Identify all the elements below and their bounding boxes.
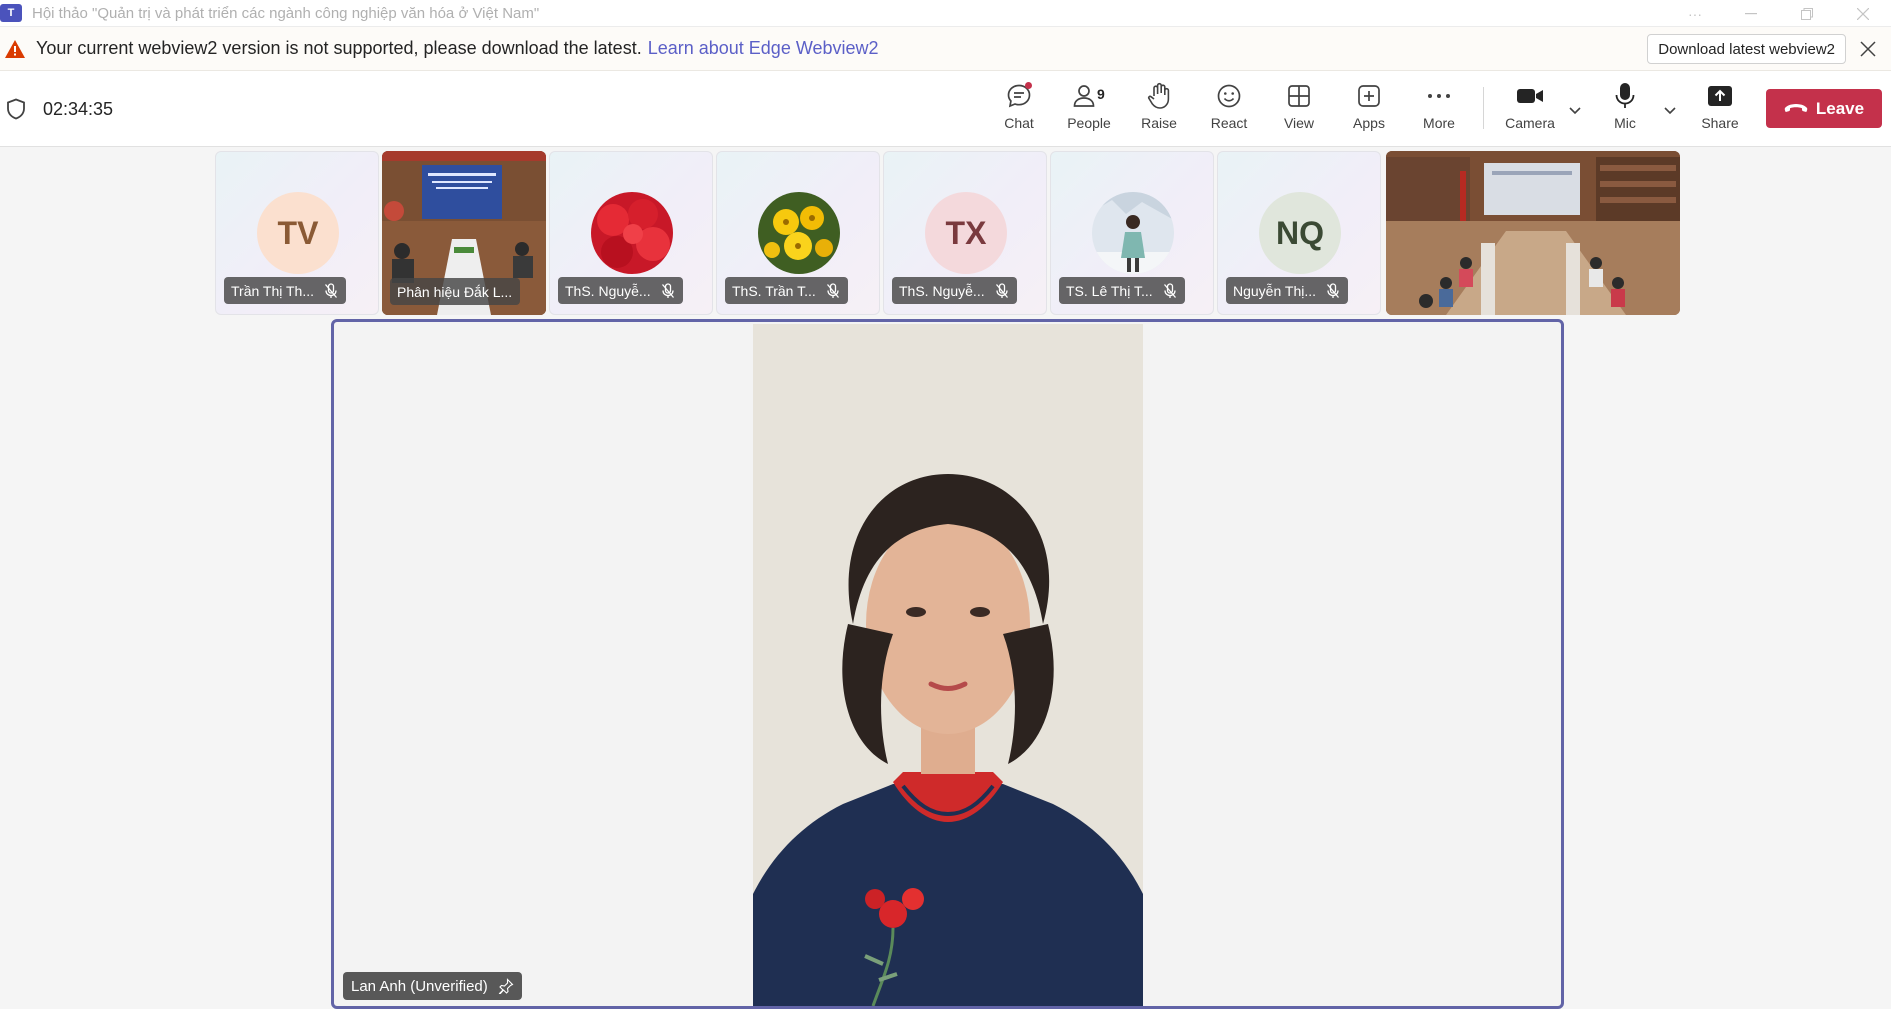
participant-name: Phân hiệu Đắk L... — [397, 283, 513, 300]
apps-button[interactable]: Apps — [1338, 81, 1400, 137]
raise-hand-button[interactable]: Raise — [1128, 81, 1190, 137]
participant-name-tag: ThS. Nguyễ... — [892, 277, 1017, 304]
camera-label: Camera — [1505, 115, 1555, 131]
restore-icon[interactable] — [1779, 0, 1835, 27]
people-button[interactable]: 9 People — [1058, 81, 1120, 137]
mic-off-icon — [1327, 282, 1340, 298]
more-icon[interactable]: ··· — [1667, 0, 1723, 27]
leave-button[interactable]: Leave — [1766, 89, 1882, 128]
participant-name-tag: ThS. Trần T... — [725, 277, 848, 304]
grid-view-icon — [1284, 81, 1314, 111]
warning-banner: Your current webview2 version is not sup… — [0, 27, 1891, 71]
unread-dot — [1025, 82, 1032, 89]
participant-name-tag: Phân hiệu Đắk L... — [390, 278, 521, 305]
participant-tile[interactable] — [1386, 151, 1680, 315]
main-speaker-name: Lan Anh (Unverified) — [351, 977, 488, 995]
react-button[interactable]: React — [1198, 81, 1260, 137]
avatar: TV — [257, 192, 339, 274]
mic-off-icon — [826, 282, 839, 298]
window-controls: ··· — [1667, 0, 1891, 27]
mic-off-icon — [995, 282, 1008, 298]
share-button[interactable]: Share — [1689, 81, 1751, 137]
microphone-icon — [1610, 81, 1640, 111]
share-label: Share — [1701, 115, 1739, 131]
add-apps-icon — [1354, 81, 1384, 111]
woman-in-snow-photo — [1092, 192, 1174, 274]
title-bar: T Hội thảo "Quản trị và phát triển các n… — [0, 0, 1891, 27]
participant-tile[interactable]: Phân hiệu Đắk L... — [382, 151, 546, 315]
participant-tile[interactable]: TV Trần Thị Th... — [215, 151, 379, 315]
more-horizontal-icon — [1424, 81, 1454, 111]
apps-label: Apps — [1353, 115, 1385, 131]
participant-name: ThS. Nguyễ... — [899, 282, 985, 299]
react-label: React — [1210, 115, 1248, 131]
chevron-down-icon[interactable] — [1568, 103, 1582, 117]
people-icon: 9 — [1069, 81, 1105, 111]
shield-icon — [7, 98, 25, 120]
yellow-flowers-photo — [758, 192, 840, 274]
avatar — [758, 192, 840, 274]
more-label: More — [1423, 115, 1455, 131]
toolbar-divider — [1483, 87, 1484, 129]
hand-icon — [1144, 81, 1174, 111]
meeting-toolbar: 02:34:35 Chat 9 People Raise React View — [0, 71, 1891, 147]
participant-name: TS. Lê Thị T... — [1066, 282, 1153, 299]
red-tulips-photo — [591, 192, 673, 274]
participant-name-tag: TS. Lê Thị T... — [1059, 277, 1185, 304]
mic-off-icon — [325, 282, 337, 298]
participant-tile[interactable]: NQ Nguyễn Thị... — [1217, 151, 1381, 315]
chat-button[interactable]: Chat — [988, 81, 1050, 137]
download-webview2-button[interactable]: Download latest webview2 — [1647, 34, 1846, 64]
participant-name: Trần Thị Th... — [231, 282, 314, 299]
camera-button[interactable]: Camera — [1499, 81, 1561, 137]
chevron-down-icon[interactable] — [1663, 103, 1677, 117]
avatar: TX — [925, 192, 1007, 274]
learn-webview2-link[interactable]: Learn about Edge Webview2 — [648, 38, 879, 59]
mic-button[interactable]: Mic — [1594, 81, 1656, 137]
window-title: Hội thảo "Quản trị và phát triển các ngà… — [32, 4, 540, 22]
main-speaker-name-tag: Lan Anh (Unverified) — [343, 972, 522, 1000]
close-icon[interactable] — [1835, 0, 1891, 27]
mic-off-icon — [1163, 282, 1176, 298]
view-button[interactable]: View — [1268, 81, 1330, 137]
avatar: NQ — [1259, 192, 1341, 274]
main-video-stage[interactable]: Lan Anh (Unverified) — [331, 319, 1564, 1009]
leave-label: Leave — [1815, 98, 1865, 118]
participant-name-tag: Nguyễn Thị... — [1226, 277, 1349, 304]
hall-video — [1386, 151, 1680, 315]
mic-label: Mic — [1614, 115, 1636, 131]
participant-name: ThS. Trần T... — [732, 282, 816, 299]
pin-icon[interactable] — [498, 978, 514, 994]
participant-name-tag: Trần Thị Th... — [224, 277, 346, 304]
participant-tile[interactable]: ThS. Trần T... — [716, 151, 880, 315]
chat-icon — [1004, 81, 1034, 111]
participant-tile[interactable]: TS. Lê Thị T... — [1050, 151, 1214, 315]
minimize-icon[interactable] — [1723, 0, 1779, 27]
speaker-video — [753, 324, 1143, 1006]
avatar — [591, 192, 673, 274]
smiley-icon — [1214, 81, 1244, 111]
mic-off-icon — [661, 282, 674, 298]
meeting-timer: 02:34:35 — [43, 99, 114, 119]
speaker-video-frame — [753, 324, 1143, 1006]
raise-label: Raise — [1141, 115, 1177, 131]
people-count: 9 — [1097, 86, 1105, 102]
people-label: People — [1067, 115, 1111, 131]
share-screen-icon — [1705, 81, 1735, 111]
avatar — [1092, 192, 1174, 274]
warning-icon — [4, 38, 26, 60]
participant-name: ThS. Nguyễ... — [565, 282, 651, 299]
hang-up-icon — [1784, 103, 1808, 112]
participant-name-tag: ThS. Nguyễ... — [558, 277, 683, 304]
participant-name: Nguyễn Thị... — [1233, 282, 1317, 299]
view-label: View — [1283, 115, 1315, 131]
warning-message: Your current webview2 version is not sup… — [36, 38, 642, 58]
close-icon[interactable] — [1857, 38, 1879, 60]
participant-tile[interactable]: ThS. Nguyễ... — [549, 151, 713, 315]
participant-tile[interactable]: TX ThS. Nguyễ... — [883, 151, 1047, 315]
teams-icon: T — [0, 4, 22, 22]
more-button[interactable]: More — [1408, 81, 1470, 137]
camera-icon — [1515, 81, 1545, 111]
chat-label: Chat — [1004, 115, 1034, 131]
